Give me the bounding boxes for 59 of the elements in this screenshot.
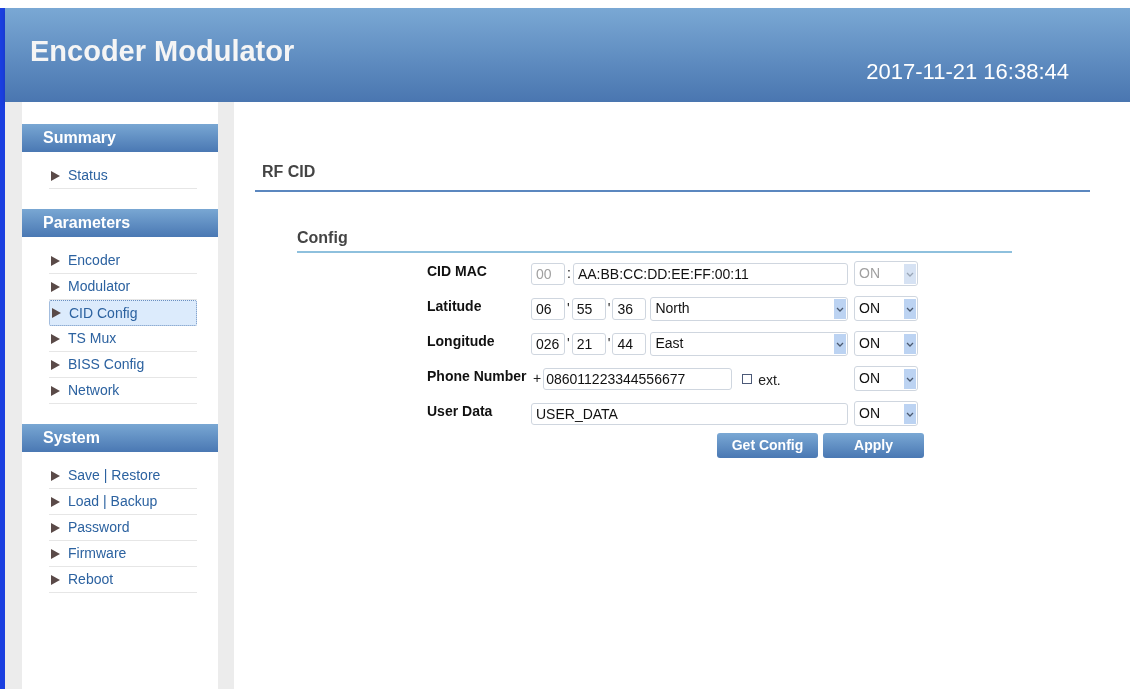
page-title: RF CID xyxy=(255,160,1090,192)
triangle-icon xyxy=(51,496,60,507)
triangle-icon xyxy=(51,385,60,396)
separator-text: : xyxy=(566,264,572,283)
separator-text: ' xyxy=(606,299,612,318)
ext-checkbox[interactable] xyxy=(742,373,753,384)
separator-text: ' xyxy=(606,334,612,353)
triangle-icon xyxy=(51,574,60,585)
action-button[interactable]: Apply xyxy=(823,433,924,458)
on-off-dropdown[interactable]: ON xyxy=(854,366,918,391)
sidebar-section-header: Parameters xyxy=(22,209,218,237)
field-label: User Data xyxy=(427,402,494,421)
triangle-icon xyxy=(51,470,60,481)
triangle-icon xyxy=(51,548,60,559)
coordinate-field[interactable]: 21 xyxy=(571,332,606,355)
datetime-text: 2017-11-21 16:38:44 xyxy=(866,58,1069,86)
text-field[interactable]: AA:BB:CC:DD:EE:FF:00:11 xyxy=(572,262,848,285)
direction-dropdown[interactable]: East xyxy=(650,331,848,356)
sidebar-item[interactable]: Encoder xyxy=(49,248,197,274)
separator-text: ' xyxy=(566,334,571,353)
sidebar-section-header: System xyxy=(22,424,218,452)
sidebar-item[interactable]: Firmware xyxy=(49,541,197,567)
sidebar-item[interactable]: BISS Config xyxy=(49,352,197,378)
sidebar-section-header: Summary xyxy=(22,124,218,152)
field-label: Latitude xyxy=(427,297,483,316)
on-off-dropdown[interactable]: ON xyxy=(854,296,918,321)
sidebar-item[interactable]: Status xyxy=(49,163,197,189)
phone-field[interactable]: 086011223344556677 xyxy=(543,367,733,390)
sidebar-item[interactable]: Save | Restore xyxy=(49,463,197,489)
separator-text: + xyxy=(532,369,543,388)
sidebar-item[interactable]: TS Mux xyxy=(49,326,197,352)
on-off-dropdown[interactable]: ON xyxy=(854,331,918,356)
coordinate-field[interactable]: 55 xyxy=(571,297,606,320)
separator-text: ' xyxy=(566,299,571,318)
coordinate-field[interactable]: 06 xyxy=(531,297,565,320)
sidebar-item[interactable]: Network xyxy=(49,378,197,404)
triangle-icon xyxy=(51,170,60,181)
triangle-icon xyxy=(51,281,60,292)
text-field[interactable]: USER_DATA xyxy=(531,402,848,425)
coordinate-field[interactable]: 36 xyxy=(612,297,647,320)
app-title: Encoder Modulator xyxy=(30,34,295,69)
coordinate-field[interactable]: 026 xyxy=(531,332,565,355)
on-off-dropdown[interactable]: ON xyxy=(854,401,918,426)
triangle-icon xyxy=(51,333,60,344)
field-label: Longitude xyxy=(427,332,496,351)
section-title: Config xyxy=(297,226,1012,253)
sidebar-item[interactable]: Password xyxy=(49,515,197,541)
sidebar-item[interactable]: Reboot xyxy=(49,567,197,593)
field-label: CID MAC xyxy=(427,262,488,281)
direction-dropdown[interactable]: North xyxy=(650,296,848,321)
triangle-icon xyxy=(52,308,61,318)
triangle-icon xyxy=(51,522,60,533)
triangle-icon xyxy=(51,255,60,266)
triangle-icon xyxy=(51,359,60,370)
checkbox-label: ext. xyxy=(758,371,781,390)
sidebar-item[interactable]: Load | Backup xyxy=(49,489,197,515)
coordinate-field[interactable]: 44 xyxy=(612,332,647,355)
sidebar-item[interactable]: CID Config xyxy=(49,300,197,326)
field-label: Phone Number xyxy=(427,367,528,386)
